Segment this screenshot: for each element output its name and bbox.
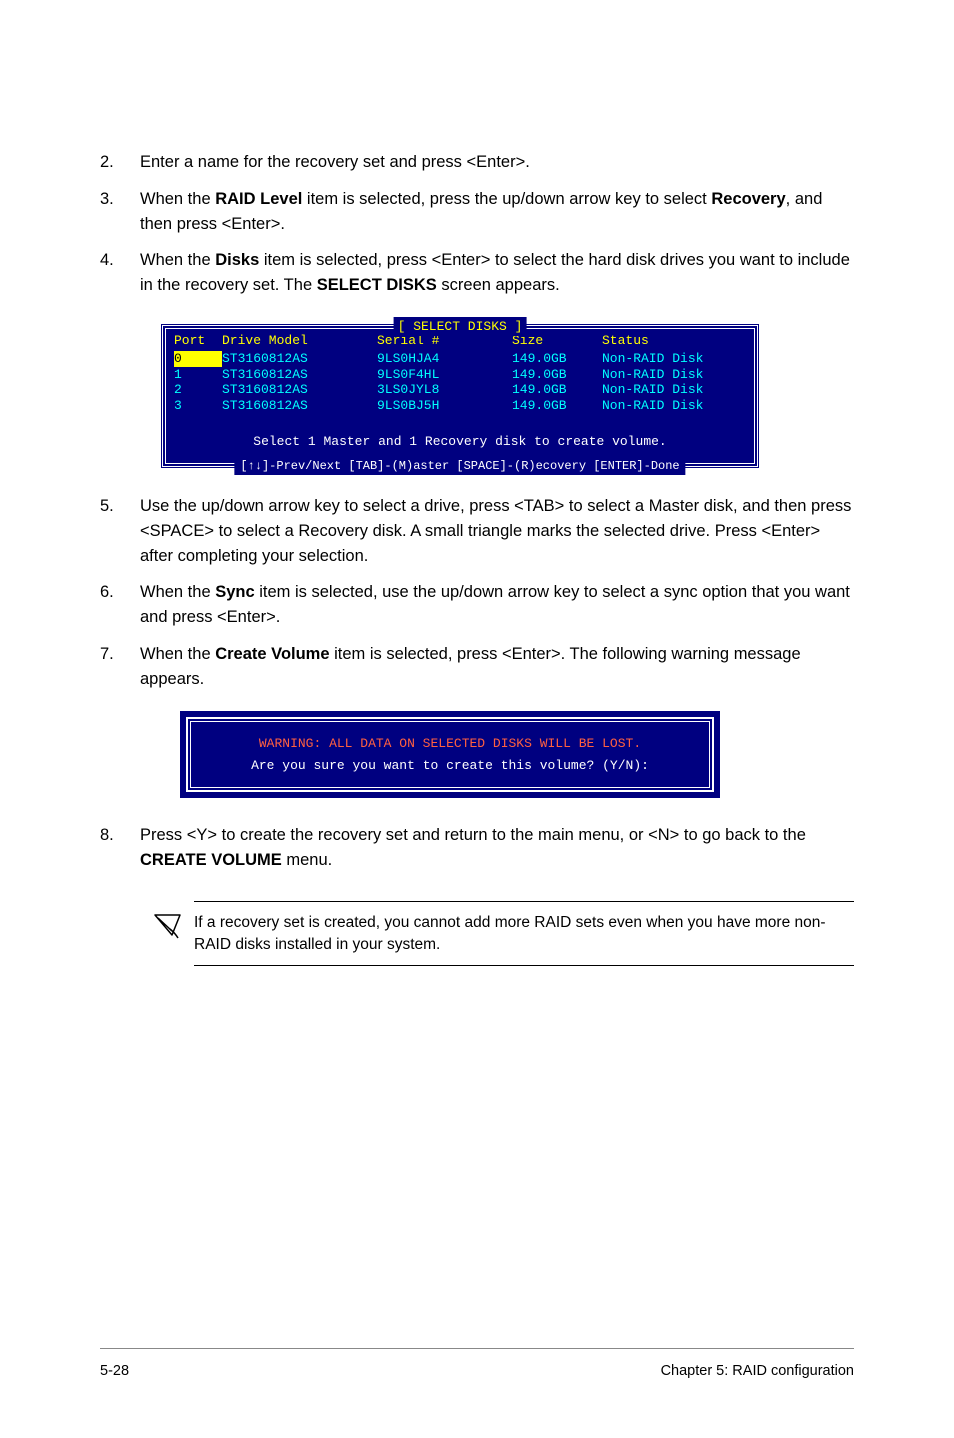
terminal-footer: [↑↓]-Prev/Next [TAB]-(M)aster [SPACE]-(R…: [234, 457, 685, 475]
cell-port: 0: [174, 351, 222, 367]
step-number: 3.: [100, 187, 140, 237]
warning-terminal: WARNING: ALL DATA ON SELECTED DISKS WILL…: [180, 711, 720, 798]
page-footer: 5-28 Chapter 5: RAID configuration: [100, 1348, 854, 1383]
cell-model: ST3160812AS: [222, 398, 377, 414]
warning-line1: WARNING: ALL DATA ON SELECTED DISKS WILL…: [199, 734, 701, 754]
table-row: 0ST3160812AS9LS0HJA4149.0GBNon-RAID Disk: [166, 351, 754, 367]
header-status: Status: [602, 331, 746, 351]
step-text: When the Sync item is selected, use the …: [140, 580, 854, 630]
step-item: 6.When the Sync item is selected, use th…: [100, 580, 854, 630]
step-number: 6.: [100, 580, 140, 630]
note-block: If a recovery set is created, you cannot…: [150, 893, 854, 974]
step-number: 4.: [100, 248, 140, 298]
table-row: 3ST3160812AS9LS0BJ5H149.0GBNon-RAID Disk: [166, 398, 754, 414]
cell-status: Non-RAID Disk: [602, 382, 746, 398]
cell-serial: 9LS0F4HL: [377, 367, 512, 383]
steps-c: 8.Press <Y> to create the recovery set a…: [100, 823, 854, 873]
chapter-title: Chapter 5: RAID configuration: [661, 1361, 854, 1383]
cell-size: 149.0GB: [512, 398, 602, 414]
cell-serial: 3LS0JYL8: [377, 382, 512, 398]
cell-model: ST3160812AS: [222, 367, 377, 383]
header-model: Drive Model: [222, 331, 377, 351]
step-number: 8.: [100, 823, 140, 873]
cell-model: ST3160812AS: [222, 351, 377, 367]
step-text: When the RAID Level item is selected, pr…: [140, 187, 854, 237]
cell-port: 3: [174, 398, 222, 414]
cell-size: 149.0GB: [512, 367, 602, 383]
step-number: 5.: [100, 494, 140, 568]
step-text: Use the up/down arrow key to select a dr…: [140, 494, 854, 568]
terminal-message: Select 1 Master and 1 Recovery disk to c…: [166, 414, 754, 464]
step-number: 7.: [100, 642, 140, 692]
cell-model: ST3160812AS: [222, 382, 377, 398]
table-row: 1ST3160812AS9LS0F4HL149.0GBNon-RAID Disk: [166, 367, 754, 383]
terminal-inner: Port Drive Model Serial # Size Status 0S…: [165, 328, 755, 464]
step-text: Enter a name for the recovery set and pr…: [140, 150, 854, 175]
step-text: Press <Y> to create the recovery set and…: [140, 823, 854, 873]
steps-a: 2.Enter a name for the recovery set and …: [100, 150, 854, 298]
cell-port: 1: [174, 367, 222, 383]
step-item: 2.Enter a name for the recovery set and …: [100, 150, 854, 175]
cell-status: Non-RAID Disk: [602, 367, 746, 383]
step-text: When the Disks item is selected, press <…: [140, 248, 854, 298]
step-item: 8.Press <Y> to create the recovery set a…: [100, 823, 854, 873]
step-item: 3.When the RAID Level item is selected, …: [100, 187, 854, 237]
cell-status: Non-RAID Disk: [602, 351, 746, 367]
steps-b: 5.Use the up/down arrow key to select a …: [100, 494, 854, 691]
terminal-rows: 0ST3160812AS9LS0HJA4149.0GBNon-RAID Disk…: [166, 351, 754, 413]
step-text: When the Create Volume item is selected,…: [140, 642, 854, 692]
select-disks-terminal: [ SELECT DISKS ] Port Drive Model Serial…: [160, 323, 760, 469]
step-item: 7.When the Create Volume item is selecte…: [100, 642, 854, 692]
warning-line2: Are you sure you want to create this vol…: [199, 756, 701, 776]
cell-port: 2: [174, 382, 222, 398]
terminal-title: [ SELECT DISKS ]: [394, 317, 527, 337]
page-number: 5-28: [100, 1361, 129, 1383]
note-icon: [150, 901, 194, 951]
step-number: 2.: [100, 150, 140, 175]
header-port: Port: [174, 331, 222, 351]
cell-status: Non-RAID Disk: [602, 398, 746, 414]
cell-serial: 9LS0BJ5H: [377, 398, 512, 414]
cell-serial: 9LS0HJA4: [377, 351, 512, 367]
note-text: If a recovery set is created, you cannot…: [194, 901, 854, 966]
step-item: 5.Use the up/down arrow key to select a …: [100, 494, 854, 568]
step-item: 4.When the Disks item is selected, press…: [100, 248, 854, 298]
cell-size: 149.0GB: [512, 382, 602, 398]
cell-size: 149.0GB: [512, 351, 602, 367]
table-row: 2ST3160812AS3LS0JYL8149.0GBNon-RAID Disk: [166, 382, 754, 398]
